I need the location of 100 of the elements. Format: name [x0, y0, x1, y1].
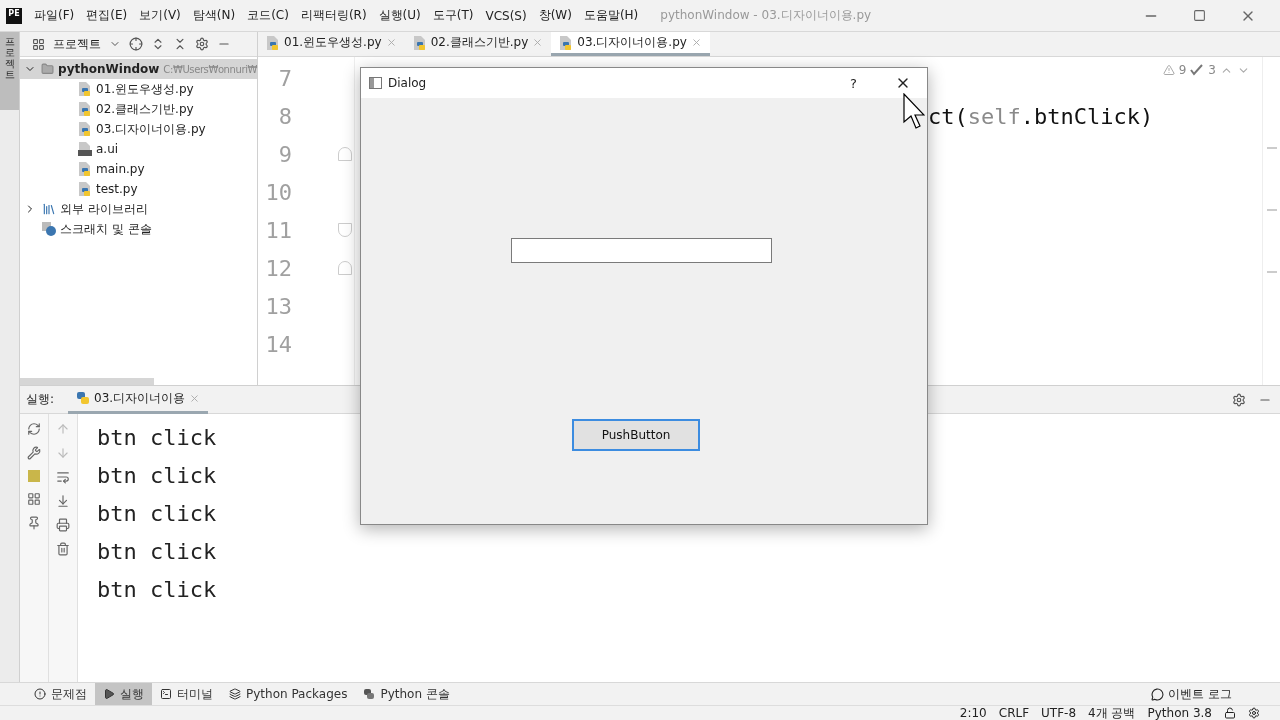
- menu-item[interactable]: 실행(U): [378, 7, 421, 24]
- interpreter[interactable]: Python 3.8: [1147, 706, 1212, 720]
- line-number: 12: [264, 255, 292, 281]
- tool-window-button[interactable]: Python Packages: [221, 682, 356, 706]
- line-number: 13: [264, 293, 292, 319]
- project-side-tab[interactable]: 프로젝트: [0, 32, 19, 110]
- editor-tab[interactable]: 02.클래스기반.py: [404, 32, 552, 56]
- tree-item[interactable]: main.py: [96, 162, 145, 176]
- text-input-field[interactable]: [511, 238, 772, 263]
- line-number: 9: [277, 141, 292, 167]
- help-button[interactable]: ?: [850, 75, 857, 91]
- line-number: 8: [277, 103, 292, 129]
- window-title: pythonWindow - 03.디자이너이용.py: [660, 7, 872, 24]
- output-line: btn click: [97, 575, 217, 604]
- tool-window-button[interactable]: 터미널: [152, 682, 221, 706]
- menu-item[interactable]: VCS(S): [485, 8, 527, 23]
- qt-file-icon: [78, 141, 92, 157]
- lock-icon[interactable]: [1224, 707, 1236, 719]
- tree-item[interactable]: 03.디자이너이용.py: [96, 120, 206, 138]
- panel-icon: [32, 37, 45, 51]
- python-file-icon: [78, 161, 92, 177]
- python-file-icon: [559, 34, 574, 51]
- path-text: C:₩Users₩onnuri₩: [163, 63, 257, 75]
- weak-warning-count: 3: [1208, 63, 1216, 77]
- tool-window-button[interactable]: Python 콘솔: [355, 682, 458, 706]
- menu-item[interactable]: 도움말(H): [583, 7, 639, 24]
- library-icon: [42, 202, 56, 216]
- dialog-title: Dialog: [388, 76, 427, 90]
- python-file-icon: [78, 81, 92, 97]
- event-log-button[interactable]: 이벤트 로그: [1168, 685, 1232, 703]
- fold-marker[interactable]: [338, 261, 352, 275]
- locate-icon[interactable]: [129, 37, 143, 51]
- menu-item[interactable]: 도구(T): [432, 7, 474, 24]
- cursor-position[interactable]: 2:10: [959, 706, 987, 720]
- menu-item[interactable]: 코드(C): [247, 7, 289, 24]
- check-icon: [1190, 64, 1205, 76]
- settings-icon[interactable]: [1248, 707, 1260, 719]
- rerun-icon[interactable]: [27, 422, 41, 436]
- window-icon: [369, 77, 382, 89]
- tree-item[interactable]: a.ui: [96, 142, 119, 156]
- panel-title[interactable]: 프로젝트: [53, 35, 101, 53]
- output-line: btn click: [97, 461, 217, 490]
- settings-icon[interactable]: [195, 37, 209, 51]
- menu-item[interactable]: 탐색(N): [192, 7, 236, 24]
- tree-item[interactable]: 01.윈도우생성.py: [96, 80, 194, 98]
- run-tab[interactable]: 03.디자이너이용: [68, 385, 209, 414]
- terminal-icon: [160, 688, 172, 700]
- line-number: 11: [264, 217, 292, 243]
- line-separator[interactable]: CRLF: [998, 706, 1030, 720]
- python-icon: [76, 391, 91, 405]
- fold-marker[interactable]: [338, 147, 352, 161]
- menu-item[interactable]: 리팩터링(R): [300, 7, 367, 24]
- wrap-icon[interactable]: [56, 470, 70, 484]
- file-encoding[interactable]: UTF-8: [1041, 706, 1077, 720]
- warning-icon: [1162, 64, 1175, 76]
- maximize-icon[interactable]: [1193, 9, 1206, 22]
- output-line: btn click: [97, 537, 217, 566]
- tool-window-button[interactable]: 문제점: [26, 682, 95, 706]
- python-file-icon: [266, 34, 280, 51]
- python-file-icon: [78, 121, 92, 137]
- output-line: btn click: [97, 423, 217, 452]
- layout-icon[interactable]: [27, 492, 41, 506]
- scroll-end-icon[interactable]: [56, 494, 70, 508]
- pin-icon[interactable]: [27, 516, 41, 530]
- settings-icon[interactable]: [1232, 392, 1246, 407]
- trash-icon[interactable]: [56, 542, 70, 556]
- menu-item[interactable]: 편집(E): [86, 7, 128, 24]
- run-icon: [103, 688, 115, 700]
- collapse-all-icon[interactable]: [173, 37, 187, 51]
- line-number: 10: [264, 179, 292, 205]
- print-icon[interactable]: [56, 518, 70, 532]
- line-number: 14: [264, 331, 292, 357]
- tree-item[interactable]: 외부 라이브러리: [60, 200, 148, 218]
- menu-item[interactable]: 창(W): [538, 7, 572, 24]
- fold-marker[interactable]: [338, 223, 352, 237]
- code-line: ct(self.btnClick): [928, 103, 1154, 129]
- python-file-icon: [412, 34, 427, 51]
- editor-tab[interactable]: 03.디자이너이용.py: [551, 32, 710, 56]
- layers-icon: [229, 688, 241, 700]
- menu-item[interactable]: 보기(V): [139, 7, 181, 24]
- scratch-icon: [42, 222, 56, 236]
- run-label: 실행:: [26, 391, 55, 408]
- menu-item[interactable]: 파일(F): [34, 7, 75, 24]
- event-log-icon: [1151, 687, 1165, 701]
- alert-icon: [34, 688, 46, 700]
- tree-item[interactable]: pythonWindow: [58, 62, 160, 76]
- wrench-icon[interactable]: [27, 446, 41, 460]
- app-logo: PE: [6, 7, 22, 24]
- python-file-icon: [78, 101, 92, 117]
- warning-count: 9: [1178, 63, 1187, 77]
- scrollbar[interactable]: [20, 378, 154, 385]
- push-button[interactable]: PushButton: [572, 419, 700, 451]
- indent-setting[interactable]: 4개 공백: [1088, 706, 1136, 720]
- line-number: 7: [277, 65, 292, 91]
- tree-item[interactable]: 02.클래스기반.py: [96, 100, 194, 118]
- tree-item[interactable]: test.py: [96, 182, 138, 196]
- tree-item[interactable]: 스크래치 및 콘솔: [60, 220, 152, 238]
- editor-tab[interactable]: 01.윈도우생성.py: [258, 32, 405, 56]
- tool-window-button[interactable]: 실행: [95, 682, 152, 706]
- folder-icon: [41, 62, 55, 76]
